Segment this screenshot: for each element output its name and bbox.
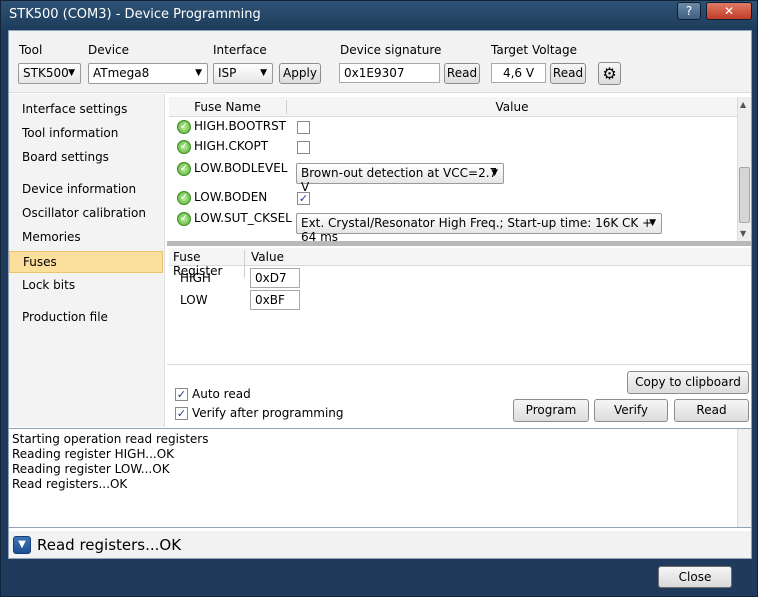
fuse-select-low-sut-cksel[interactable]: Ext. Crystal/Resonator High Freq.; Start… [296, 213, 662, 244]
sidebar-item-memories[interactable]: Memories [9, 227, 163, 249]
settings-button[interactable]: ⚙ [598, 62, 621, 85]
register-name-high: HIGH [180, 271, 211, 285]
fuse-name: HIGH.BOOTRST [194, 119, 287, 133]
interface-select[interactable]: ISP ▼ [213, 63, 273, 84]
verify-after-programming-label[interactable]: Verify after programming [192, 406, 344, 420]
tool-select[interactable]: STK500 ▼ [18, 63, 81, 84]
auto-read-checkbox[interactable]: ✓ [175, 388, 188, 401]
expand-log-button[interactable]: ▼ [13, 536, 31, 554]
interface-label: Interface [213, 43, 267, 57]
register-value-low[interactable]: 0xBF [250, 290, 300, 310]
fuse-value-column-header[interactable]: Value [289, 100, 735, 114]
window-close-button[interactable]: ✕ [706, 2, 752, 20]
sidebar-item-device-information[interactable]: Device information [9, 179, 163, 201]
apply-button[interactable]: Apply [279, 63, 321, 84]
close-button[interactable]: Close [658, 566, 732, 588]
panel-splitter[interactable] [167, 241, 751, 246]
sidebar-item-interface-settings[interactable]: Interface settings [9, 99, 163, 121]
chevron-down-icon: ▼ [195, 68, 202, 78]
tool-label: Tool [19, 43, 43, 57]
help-button[interactable]: ? [677, 2, 701, 20]
options-divider [167, 364, 751, 365]
check-ok-icon: ✓ [177, 161, 191, 176]
check-ok-icon: ✓ [177, 139, 191, 154]
register-grid-header: Fuse Register Value [169, 248, 751, 278]
log-line: Reading register LOW...OK [12, 462, 170, 476]
fuse-row-high-ckopt: ✓ HIGH.CKOPT [177, 139, 477, 161]
program-button[interactable]: Program [513, 399, 589, 422]
interface-select-value: ISP [218, 66, 237, 80]
fuse-name-column-header[interactable]: Fuse Name [169, 100, 287, 114]
check-ok-icon: ✓ [177, 211, 191, 226]
register-name-low: LOW [180, 293, 208, 307]
log-line: Starting operation read registers [12, 432, 209, 446]
fuse-checkbox-high-bootrst[interactable] [297, 121, 310, 134]
verify-after-programming-checkbox[interactable]: ✓ [175, 407, 188, 420]
check-ok-icon: ✓ [177, 119, 191, 134]
sidebar-item-lock-bits[interactable]: Lock bits [9, 275, 163, 297]
sidebar-item-production-file[interactable]: Production file [9, 307, 163, 329]
fuse-name: LOW.BODEN [194, 190, 268, 204]
scroll-up-icon[interactable]: ▲ [740, 100, 746, 109]
scroll-down-icon[interactable]: ▼ [740, 229, 746, 238]
toolbar: Tool STK500 ▼ Device ATmega8 ▼ Interface… [9, 31, 751, 93]
register-value-column-header[interactable]: Value [251, 250, 284, 264]
fuse-row-low-bodlevel: ✓ LOW.BODLEVEL Brown-out detection at VC… [177, 161, 737, 194]
fuse-checkbox-high-ckopt[interactable] [297, 141, 310, 154]
chevron-down-icon: ▼ [649, 218, 656, 228]
client-area: Tool STK500 ▼ Device ATmega8 ▼ Interface… [8, 30, 752, 559]
fuse-row-high-bootrst: ✓ HIGH.BOOTRST [177, 119, 477, 141]
title-bar[interactable]: STK500 (COM3) - Device Programming ? ✕ [1, 1, 757, 29]
fuse-name: LOW.BODLEVEL [194, 161, 288, 175]
fuse-row-low-boden: ✓ LOW.BODEN ✓ [177, 190, 477, 212]
check-ok-icon: ✓ [177, 190, 191, 205]
sidebar-item-board-settings[interactable]: Board settings [9, 147, 163, 169]
status-text: Read registers...OK [37, 536, 182, 554]
copy-to-clipboard-button[interactable]: Copy to clipboard [627, 371, 749, 394]
device-label: Device [88, 43, 130, 57]
window-title: STK500 (COM3) - Device Programming [9, 7, 261, 22]
device-programming-window: STK500 (COM3) - Device Programming ? ✕ T… [0, 0, 758, 597]
signature-read-button[interactable]: Read [444, 63, 480, 84]
log-line: Reading register HIGH...OK [12, 447, 175, 461]
fuse-select-low-bodlevel[interactable]: Brown-out detection at VCC=2.7 V ▼ [296, 163, 504, 194]
target-voltage-field[interactable]: 4,6 V [491, 63, 546, 83]
sidebar-item-oscillator-calibration[interactable]: Oscillator calibration [9, 203, 163, 225]
chevron-down-icon: ▼ [18, 539, 26, 550]
device-select-value: ATmega8 [93, 66, 150, 80]
output-log[interactable]: Starting operation read registers Readin… [9, 428, 751, 528]
device-signature-label: Device signature [340, 43, 442, 57]
sidebar: Interface settings Tool information Boar… [9, 94, 165, 427]
sidebar-item-tool-information[interactable]: Tool information [9, 123, 163, 145]
fuse-name: HIGH.CKOPT [194, 139, 269, 153]
fuse-select-value: Ext. Crystal/Resonator High Freq.; Start… [301, 216, 653, 244]
device-signature-field[interactable]: 0x1E9307 [339, 63, 440, 83]
fuse-row-low-sut-cksel: ✓ LOW.SUT_CKSEL Ext. Crystal/Resonator H… [177, 211, 737, 244]
status-bar: ▼ Read registers...OK [9, 531, 751, 558]
auto-read-label[interactable]: Auto read [192, 387, 251, 401]
log-scrollbar[interactable] [737, 429, 751, 527]
fuse-name: LOW.SUT_CKSEL [194, 211, 292, 225]
fuse-grid-scrollbar[interactable]: ▲ ▼ [737, 97, 751, 241]
chevron-down-icon: ▼ [491, 168, 498, 178]
fuse-checkbox-low-boden[interactable]: ✓ [297, 192, 310, 205]
read-button[interactable]: Read [674, 399, 749, 422]
device-select[interactable]: ATmega8 ▼ [88, 63, 208, 84]
verify-button[interactable]: Verify [594, 399, 668, 422]
chevron-down-icon: ▼ [260, 68, 267, 78]
register-value-high[interactable]: 0xD7 [250, 268, 300, 288]
gear-icon: ⚙ [602, 64, 617, 83]
log-line: Read registers...OK [12, 477, 128, 491]
tool-select-value: STK500 [23, 66, 69, 80]
voltage-read-button[interactable]: Read [550, 63, 586, 84]
target-voltage-label: Target Voltage [491, 43, 577, 57]
chevron-down-icon: ▼ [68, 68, 75, 78]
sidebar-item-fuses[interactable]: Fuses [9, 251, 163, 273]
scroll-thumb[interactable] [739, 167, 750, 223]
fuse-grid-header: Fuse Name Value [169, 97, 737, 117]
